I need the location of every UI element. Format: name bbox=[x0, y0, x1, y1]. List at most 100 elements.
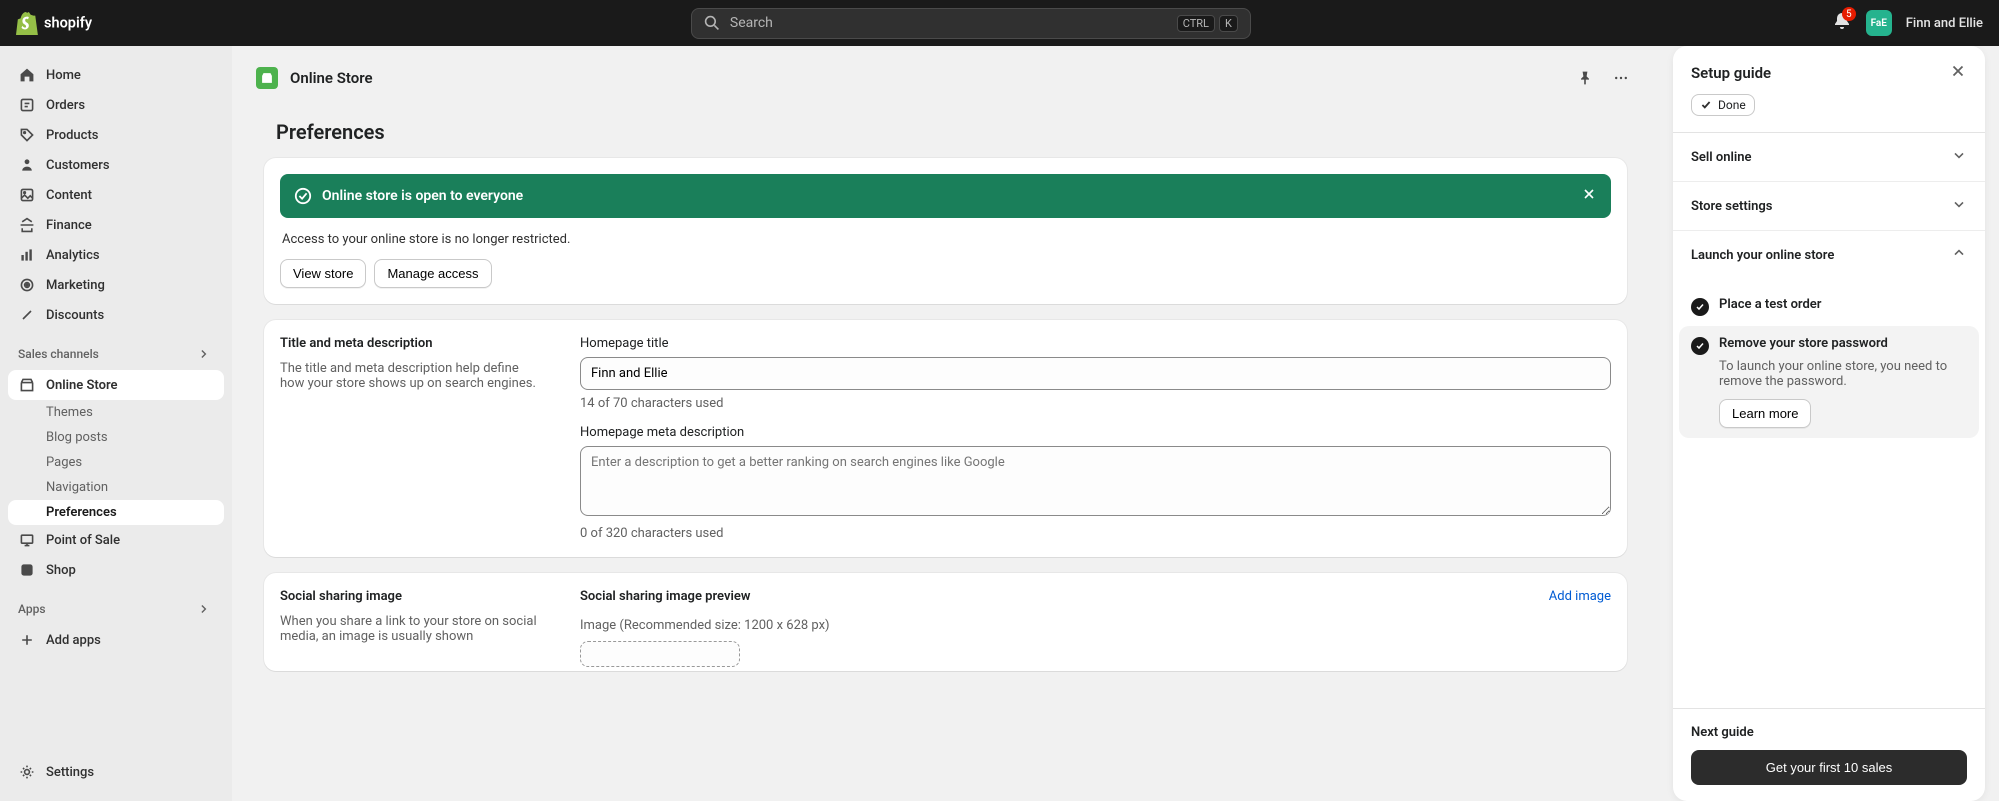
homepage-title-help: 14 of 70 characters used bbox=[580, 396, 1611, 411]
content-icon bbox=[18, 186, 36, 204]
nav-home[interactable]: Home bbox=[8, 60, 224, 90]
homepage-meta-help: 0 of 320 characters used bbox=[580, 526, 1611, 541]
svg-text:shopify: shopify bbox=[44, 15, 93, 32]
nav-customers[interactable]: Customers bbox=[8, 150, 224, 180]
homepage-title-input[interactable] bbox=[580, 357, 1611, 390]
accordion-store-settings[interactable]: Store settings bbox=[1673, 182, 1985, 231]
chevron-down-icon bbox=[1951, 196, 1967, 216]
search-box[interactable]: Search CTRL K bbox=[691, 8, 1251, 39]
setup-guide-panel: Setup guide Done Sell online Store setti… bbox=[1673, 46, 1985, 801]
check-icon bbox=[1700, 99, 1712, 111]
chevron-down-icon bbox=[1951, 147, 1967, 167]
pin-icon bbox=[1577, 70, 1593, 86]
pos-icon bbox=[18, 531, 36, 549]
notification-badge: 5 bbox=[1842, 7, 1856, 21]
marketing-icon bbox=[18, 276, 36, 294]
nav-blog-posts[interactable]: Blog posts bbox=[8, 425, 224, 450]
add-channel-button[interactable] bbox=[194, 344, 214, 364]
nav-pos[interactable]: Point of Sale bbox=[8, 525, 224, 555]
nav-products[interactable]: Products bbox=[8, 120, 224, 150]
shop-icon bbox=[18, 561, 36, 579]
social-card: Social sharing image When you share a li… bbox=[264, 573, 1627, 671]
sales-channels-header: Sales channels bbox=[8, 330, 224, 370]
learn-more-button[interactable]: Learn more bbox=[1719, 399, 1811, 428]
banner-subtext: Access to your online store is no longer… bbox=[282, 232, 1609, 247]
notifications-button[interactable]: 5 bbox=[1832, 11, 1852, 35]
page-title: Preferences bbox=[276, 120, 1615, 144]
pin-button[interactable] bbox=[1571, 64, 1599, 92]
homepage-title-label: Homepage title bbox=[580, 336, 1611, 351]
image-dropzone[interactable] bbox=[580, 641, 740, 667]
nav-add-apps[interactable]: Add apps bbox=[8, 625, 224, 655]
manage-access-button[interactable]: Manage access bbox=[374, 259, 491, 288]
accordion-sell-online[interactable]: Sell online bbox=[1673, 133, 1985, 182]
nav-pages[interactable]: Pages bbox=[8, 450, 224, 475]
keyboard-shortcut: CTRL K bbox=[1177, 15, 1238, 32]
check-filled-icon bbox=[1691, 298, 1709, 316]
done-badge: Done bbox=[1691, 94, 1755, 116]
homepage-meta-input[interactable] bbox=[580, 446, 1611, 516]
user-name[interactable]: Finn and Ellie bbox=[1906, 16, 1983, 31]
apps-expand-button[interactable] bbox=[194, 599, 214, 619]
chevron-right-icon bbox=[197, 602, 211, 616]
banner-close-button[interactable] bbox=[1581, 186, 1597, 206]
image-hint: Image (Recommended size: 1200 x 628 px) bbox=[580, 618, 1611, 633]
sidebar: Home Orders Products Customers Content F… bbox=[0, 46, 232, 801]
banner-card: Online store is open to everyone Access … bbox=[264, 158, 1627, 304]
orders-icon bbox=[18, 96, 36, 114]
section-heading: Title and meta description bbox=[280, 336, 540, 351]
dots-icon bbox=[1613, 70, 1629, 86]
check-filled-icon bbox=[1691, 337, 1709, 355]
more-button[interactable] bbox=[1607, 64, 1635, 92]
topbar: shopify Search CTRL K 5 FaE Finn and Ell… bbox=[0, 0, 1999, 46]
nav-content[interactable]: Content bbox=[8, 180, 224, 210]
nav-marketing[interactable]: Marketing bbox=[8, 270, 224, 300]
setup-title: Setup guide bbox=[1691, 64, 1771, 82]
discounts-icon bbox=[18, 306, 36, 324]
shopify-logo[interactable]: shopify bbox=[16, 11, 110, 35]
store-icon bbox=[18, 376, 36, 394]
avatar[interactable]: FaE bbox=[1866, 10, 1892, 36]
close-icon bbox=[1581, 186, 1597, 202]
setup-close-button[interactable] bbox=[1949, 62, 1967, 84]
nav-settings[interactable]: Settings bbox=[8, 757, 224, 787]
nav-online-store[interactable]: Online Store bbox=[8, 370, 224, 400]
task-test-order[interactable]: Place a test order bbox=[1679, 287, 1979, 326]
analytics-icon bbox=[18, 246, 36, 264]
check-circle-icon bbox=[294, 187, 312, 205]
main-content: Online Store Preferences Online store is… bbox=[232, 46, 1659, 801]
close-icon bbox=[1949, 62, 1967, 80]
get-first-sales-button[interactable]: Get your first 10 sales bbox=[1691, 750, 1967, 785]
nav-analytics[interactable]: Analytics bbox=[8, 240, 224, 270]
nav-shop[interactable]: Shop bbox=[8, 555, 224, 585]
nav-orders[interactable]: Orders bbox=[8, 90, 224, 120]
homepage-meta-label: Homepage meta description bbox=[580, 425, 1611, 440]
task-remove-password[interactable]: Remove your store password To launch you… bbox=[1679, 326, 1979, 438]
finance-icon bbox=[18, 216, 36, 234]
search-placeholder: Search bbox=[730, 15, 773, 31]
search-icon bbox=[704, 15, 720, 31]
nav-finance[interactable]: Finance bbox=[8, 210, 224, 240]
view-store-button[interactable]: View store bbox=[280, 259, 366, 288]
title-meta-card: Title and meta description The title and… bbox=[264, 320, 1627, 557]
section-help: The title and meta description help defi… bbox=[280, 361, 540, 391]
nav-discounts[interactable]: Discounts bbox=[8, 300, 224, 330]
plus-icon bbox=[18, 631, 36, 649]
gear-icon bbox=[18, 763, 36, 781]
accordion-launch-store[interactable]: Launch your online store bbox=[1673, 231, 1985, 279]
open-banner: Online store is open to everyone bbox=[280, 174, 1611, 218]
social-help: When you share a link to your store on s… bbox=[280, 614, 540, 644]
social-preview-label: Social sharing image preview bbox=[580, 589, 750, 604]
add-image-link[interactable]: Add image bbox=[1549, 589, 1611, 604]
chevron-up-icon bbox=[1951, 245, 1967, 265]
nav-themes[interactable]: Themes bbox=[8, 400, 224, 425]
next-guide-label: Next guide bbox=[1691, 725, 1967, 740]
chevron-right-icon bbox=[197, 347, 211, 361]
breadcrumb: Online Store bbox=[290, 69, 373, 87]
nav-preferences[interactable]: Preferences bbox=[8, 500, 224, 525]
products-icon bbox=[18, 126, 36, 144]
customers-icon bbox=[18, 156, 36, 174]
nav-navigation[interactable]: Navigation bbox=[8, 475, 224, 500]
apps-header: Apps bbox=[8, 585, 224, 625]
social-heading: Social sharing image bbox=[280, 589, 540, 604]
